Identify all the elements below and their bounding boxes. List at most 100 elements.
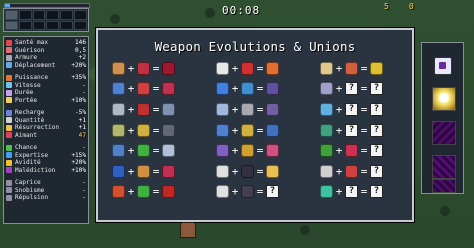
skip-icon (6, 187, 12, 194)
stat-value: +10% (71, 166, 86, 174)
evolution-recipe[interactable]: + = (216, 161, 279, 182)
hourglass-icon (6, 89, 12, 96)
enemy-bat (300, 225, 310, 235)
stat-value: - (82, 81, 86, 89)
stat-value: +10% (71, 96, 86, 104)
evolution-recipe[interactable]: + = (112, 140, 175, 161)
treasure-chest-icon[interactable] (434, 57, 452, 75)
kill-counter: 0 (408, 2, 414, 11)
stat-label: Portée (15, 96, 38, 104)
plus-sign: + (335, 164, 343, 178)
equals-sign: = (360, 82, 368, 96)
enemy-bat (110, 14, 120, 24)
evolution-recipe[interactable]: + = (320, 58, 383, 79)
evolution-recipe[interactable]: + = (112, 182, 175, 203)
evolution-recipe[interactable]: + = (112, 161, 175, 182)
plus-sign: + (127, 185, 135, 199)
bone-icon (320, 164, 333, 178)
plus-sign: + (127, 102, 135, 116)
bracer-icon (137, 102, 150, 116)
plus-sign: + (231, 185, 239, 199)
spinach-icon (137, 185, 150, 199)
plus-sign: + (335, 102, 343, 116)
vandalier-icon (266, 164, 279, 178)
stat-row: Durée - (6, 89, 86, 97)
evolution-recipe[interactable]: +? =? (320, 99, 383, 120)
evolution-recipe[interactable]: +? =? (320, 182, 383, 203)
weapon-slot (46, 20, 60, 30)
stat-label: Chance (15, 144, 38, 152)
lightning-ring-icon (216, 123, 229, 137)
fire-icon (6, 74, 12, 81)
stat-label: Santé max (15, 39, 49, 47)
equals-sign: = (152, 185, 160, 199)
stat-label: Puissance (15, 74, 49, 82)
stat-label: Recharge (15, 109, 45, 117)
garlic-icon (216, 61, 229, 75)
evolution-recipe[interactable]: + = (112, 99, 175, 120)
evolution-recipe[interactable]: + = (216, 79, 279, 100)
stat-row: Vitesse - (6, 82, 86, 90)
santa-water-icon (216, 82, 229, 96)
stats-panel: Santé max 146 Guérison 0,5 Armure +2 Déplaceme… (3, 36, 89, 224)
nohs-icon (266, 102, 279, 116)
hollow-heart-icon (137, 61, 150, 75)
skull-icon (6, 167, 12, 174)
purple-card[interactable] (432, 179, 456, 193)
evolution-recipe[interactable]: + = (112, 58, 175, 79)
evolution-recipe[interactable]: + = (112, 120, 175, 141)
stat-value: - (82, 89, 86, 97)
evolution-recipe[interactable]: + = (216, 120, 279, 141)
evolution-recipe[interactable]: + =? (216, 182, 279, 203)
stat-row: Armure +2 (6, 54, 86, 62)
evolution-recipe[interactable]: + =? (320, 140, 383, 161)
equals-sign: = (256, 102, 264, 116)
eight-sparrow-icon (241, 185, 254, 199)
crown-icon (241, 144, 254, 158)
heart-icon (6, 39, 12, 46)
stat-value: +35% (71, 74, 86, 82)
plus-sign: + (231, 61, 239, 75)
king-bible-icon (112, 164, 125, 178)
plus-sign: + (127, 123, 135, 137)
player-character (180, 222, 196, 238)
evolution-recipe[interactable]: +? =? (320, 120, 383, 141)
runetracer-icon (216, 102, 229, 116)
item-panel (421, 42, 464, 194)
plus-sign: + (231, 164, 239, 178)
question-mark-icon: ? (345, 185, 358, 199)
purple-card[interactable] (432, 121, 456, 145)
armor-icon (6, 54, 12, 61)
evolution-recipe[interactable]: + = (216, 58, 279, 79)
weapon-slot (60, 10, 74, 20)
unholy-vespers-icon (162, 164, 175, 178)
weapon-slot (32, 10, 46, 20)
soul-eater-icon (266, 61, 279, 75)
death-spiral-icon (162, 123, 175, 137)
pummarola-icon (241, 61, 254, 75)
evolution-recipe[interactable]: +? =? (320, 79, 383, 100)
evolution-recipe[interactable]: + = (112, 79, 175, 100)
weapon-slot (18, 20, 32, 30)
stat-row: Recharge -5% (6, 109, 86, 117)
equals-sign: = (360, 61, 368, 75)
stat-row: Malédiction +10% (6, 167, 86, 175)
song-of-mana-icon (320, 82, 333, 96)
weapon-slot (74, 20, 87, 30)
evolution-recipe[interactable]: + = (216, 140, 279, 161)
question-mark-icon: ? (370, 185, 383, 199)
sunburst-card[interactable] (432, 87, 456, 111)
attractorb-icon (241, 82, 254, 96)
gatti-amari-icon (320, 61, 333, 75)
plus-sign: + (127, 164, 135, 178)
evolution-recipe[interactable]: + =? (320, 161, 383, 182)
dialog-title: Weapon Evolutions & Unions (154, 39, 356, 54)
stat-label: Malédiction (15, 166, 56, 174)
stat-row: Portée +10% (6, 97, 86, 105)
la-borra-icon (266, 82, 279, 96)
stat-group: Chance - Expertise +15% Avidité +20% Malédicti… (6, 144, 86, 174)
stone-mask-icon (345, 61, 358, 75)
evolution-recipe[interactable]: + = (216, 99, 279, 120)
purple-card[interactable] (432, 155, 456, 179)
equals-sign: = (360, 144, 368, 158)
